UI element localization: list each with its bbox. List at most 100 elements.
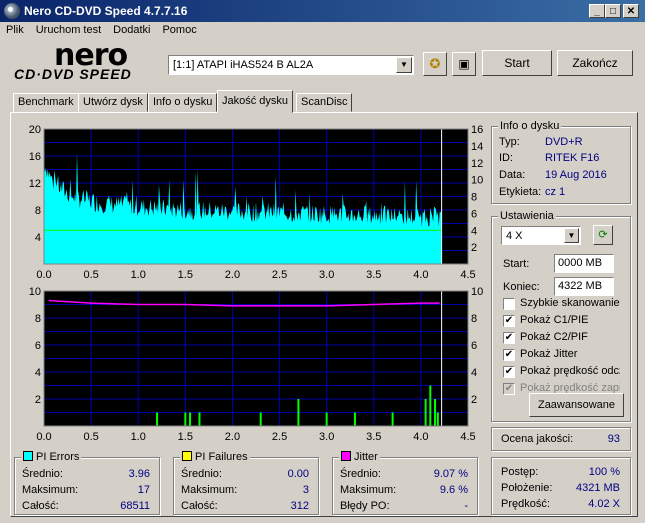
x-tick-label: 4.0 (413, 269, 428, 281)
jitter-title: Jitter (339, 451, 380, 463)
po-errors-value: - (464, 500, 468, 512)
tab-scandisc[interactable]: ScanDisc (296, 93, 353, 112)
show-pif-checkbox[interactable]: ✔ Pokaż C2/PIF (503, 331, 633, 347)
progress-value: 100 % (588, 466, 620, 478)
end-input[interactable]: 4322 MB (554, 277, 614, 296)
show-pie-checkbox[interactable]: ✔ Pokaż C1/PIE (503, 314, 633, 330)
checkbox-box[interactable] (503, 298, 515, 310)
x-tick-label: 1.5 (178, 431, 193, 443)
drive-select[interactable]: [1:1] ATAPI iHAS524 B AL2A ▼ (168, 55, 414, 75)
pif-avg-value: 0.00 (287, 468, 309, 480)
x-tick-label: 4.0 (413, 431, 428, 443)
maximize-button[interactable]: □ (605, 4, 621, 18)
date-value: 19 Aug 2016 (545, 169, 607, 181)
disc-info-title: Info o dysku (498, 120, 562, 132)
x-tick-label: 3.5 (366, 431, 381, 443)
speed-select-value: 4 X (506, 230, 523, 242)
chevron-down-icon[interactable]: ▼ (396, 57, 412, 73)
y-left-tick-label: 10 (29, 286, 41, 298)
close-button[interactable]: ✕ (623, 4, 639, 18)
start-button[interactable]: Start (482, 50, 552, 76)
end-label: Koniec: (503, 281, 540, 293)
checkbox-box[interactable]: ✔ (503, 315, 515, 327)
refresh-icon[interactable]: ⟳ (593, 225, 613, 245)
title-bar[interactable]: Nero CD-DVD Speed 4.7.7.16 _ □ ✕ (0, 0, 645, 22)
quality-score-box: Ocena jakości: 93 (491, 427, 631, 451)
pif-avg-label: Średnio: (181, 468, 222, 480)
y-right-tick-label: 12 (471, 158, 483, 170)
menu-run-test[interactable]: Uruchom test (30, 22, 107, 38)
position-value: 4321 MB (575, 482, 620, 494)
x-tick-label: 3.0 (319, 269, 334, 281)
x-tick-label: 0.5 (83, 431, 98, 443)
menu-extras[interactable]: Dodatki (107, 22, 156, 38)
advanced-button[interactable]: Zaawansowane (529, 393, 624, 417)
jitter-title-text: Jitter (354, 451, 378, 463)
y-right-tick-label: 8 (471, 192, 477, 204)
jitter-max-label: Maksimum: (340, 484, 397, 496)
y-right-tick-label: 4 (471, 225, 477, 237)
y-right-tick-label: 10 (471, 175, 483, 187)
progress-label: Postęp: (501, 466, 539, 478)
pif-bar (184, 412, 187, 426)
quality-value: 93 (607, 433, 620, 445)
save-icon[interactable]: ▣ (452, 52, 476, 76)
start-input[interactable]: 0000 MB (554, 254, 614, 273)
x-tick-label: 0.5 (83, 269, 98, 281)
x-tick-label: 0.0 (36, 269, 51, 281)
tab-create-disc[interactable]: Utwórz dysk (78, 93, 148, 112)
x-tick-label: 2.5 (272, 269, 287, 281)
pi-failures-title-text: PI Failures (195, 451, 248, 463)
chevron-down-icon[interactable]: ▼ (564, 228, 579, 243)
minimize-button[interactable]: _ (589, 4, 605, 18)
app-icon (4, 3, 20, 19)
pi-errors-title-text: PI Errors (36, 451, 80, 463)
quick-scan-checkbox[interactable]: Szybkie skanowanie (503, 297, 633, 313)
y-right-tick-label: 8 (471, 313, 477, 325)
menu-file[interactable]: Plik (0, 22, 30, 38)
type-value: DVD+R (545, 136, 583, 148)
pi-errors-group: PI Errors Średnio: 3.96 Maksimum: 17 Cał… (14, 451, 160, 515)
checkbox-box[interactable]: ✔ (503, 366, 515, 378)
y-right-tick-label: 6 (471, 208, 477, 220)
x-tick-label: 1.0 (131, 269, 146, 281)
y-left-tick-label: 8 (35, 205, 41, 217)
checkbox-box[interactable]: ✔ (503, 383, 515, 395)
checkbox-box[interactable]: ✔ (503, 332, 515, 344)
show-jitter-checkbox[interactable]: ✔ Pokaż Jitter (503, 348, 633, 364)
settings-title: Ustawienia (498, 210, 556, 222)
position-label: Położenie: (501, 482, 553, 494)
jitter-avg-value: 9.07 % (433, 468, 468, 480)
tab-disc-quality[interactable]: Jakość dysku (217, 90, 294, 113)
pif-bar (156, 412, 159, 426)
tab-benchmark[interactable]: Benchmark (13, 93, 79, 112)
y-right-tick-label: 14 (471, 141, 483, 153)
y-left-tick-label: 6 (35, 340, 41, 352)
tab-disc-info[interactable]: Info o dysku (148, 93, 218, 112)
exit-button[interactable]: Zakończ (557, 50, 633, 76)
speed-select[interactable]: 4 X ▼ (501, 226, 581, 245)
pif-total-value: 312 (290, 500, 309, 512)
menu-help[interactable]: Pomoc (156, 22, 202, 38)
y-left-tick-label: 16 (29, 151, 41, 163)
x-tick-label: 2.5 (272, 431, 287, 443)
checkbox-box[interactable]: ✔ (503, 349, 515, 361)
label-label: Etykieta: (499, 186, 542, 198)
x-tick-label: 0.0 (36, 431, 51, 443)
pif-bar (297, 399, 300, 426)
x-tick-label: 3.0 (319, 431, 334, 443)
pif-bar (198, 412, 201, 426)
checkbox-label: Pokaż Jitter (520, 348, 578, 360)
pif-total-label: Całość: (181, 500, 218, 512)
start-label: Start: (503, 258, 530, 270)
pie-avg-label: Średnio: (22, 468, 63, 480)
disc-info-icon[interactable]: ✪ (423, 52, 447, 76)
pie-total-value: 68511 (120, 500, 150, 512)
window-title: Nero CD-DVD Speed 4.7.7.16 (24, 4, 188, 18)
x-tick-label: 4.5 (460, 269, 475, 281)
pif-bar (436, 412, 439, 426)
pif-max-value: 3 (302, 484, 309, 496)
show-read-speed-checkbox[interactable]: ✔ Pokaż prędkość odczytu (503, 365, 620, 381)
pif-max-label: Maksimum: (181, 484, 238, 496)
pie-max-value: 17 (137, 484, 150, 496)
